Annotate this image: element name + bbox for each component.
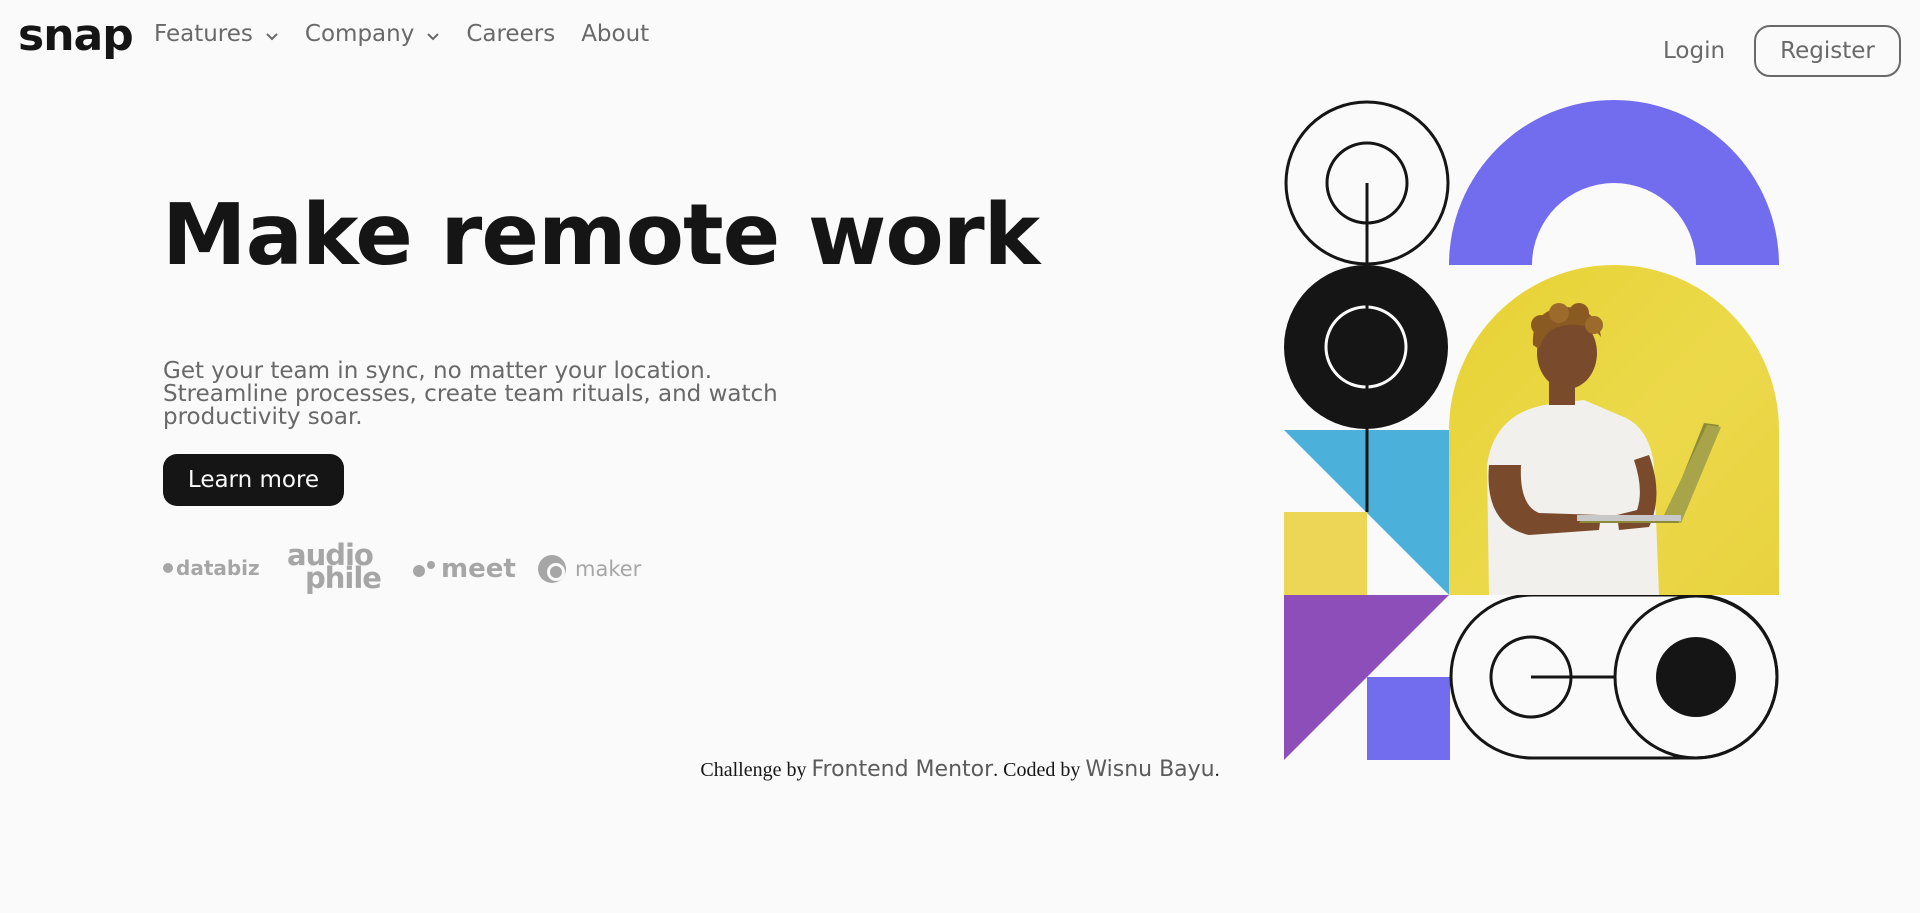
hero-description: Get your team in sync, no matter your lo… [163, 358, 778, 430]
violet-square-shape [1367, 677, 1450, 760]
snap-logo[interactable]: snap [18, 10, 134, 62]
page-title: Make remote work [162, 186, 1040, 285]
databiz-logo: databiz [163, 556, 260, 580]
audiophile-line2: phile [305, 561, 382, 595]
nav-company-label: Company [304, 21, 415, 47]
login-link[interactable]: Login [1663, 35, 1725, 67]
maker-logo-icon [538, 555, 566, 583]
purple-arch-shape [1449, 100, 1779, 265]
pill-dot-shape [1656, 637, 1736, 717]
databiz-wordmark: databiz [176, 556, 260, 580]
nav-about-label: About [581, 21, 650, 47]
attribution-prefix: Challenge by [700, 759, 807, 781]
attribution-suffix: . [1214, 759, 1220, 781]
nav-company[interactable]: Company [305, 18, 440, 50]
person-with-laptop-image [1487, 303, 1721, 595]
hero-photo [1449, 265, 1779, 595]
yellow-square-shape [1284, 512, 1367, 595]
nav-features-label: Features [154, 21, 253, 47]
frontend-mentor-link[interactable]: Frontend Mentor [811, 757, 993, 782]
meet-logo: meet [413, 554, 516, 584]
nav-features[interactable]: Features [154, 18, 279, 50]
attribution: Challenge by Frontend Mentor. Coded by W… [0, 757, 1920, 782]
meet-wordmark: meet [441, 554, 516, 584]
chevron-down-icon [266, 33, 278, 41]
chevron-down-icon [427, 33, 440, 41]
meet-dots-icon [413, 561, 435, 577]
main-nav: Features Company Careers About [154, 18, 675, 50]
audiophile-logo: audio phile [287, 541, 382, 595]
nav-careers[interactable]: Careers [466, 18, 555, 50]
maker-logo: maker [537, 554, 641, 584]
learn-more-button[interactable]: Learn more [163, 454, 344, 506]
databiz-dot-icon [163, 563, 173, 573]
author-link[interactable]: Wisnu Bayu [1085, 757, 1214, 782]
nav-about[interactable]: About [581, 18, 649, 50]
nav-careers-label: Careers [466, 21, 556, 47]
register-button[interactable]: Register [1754, 25, 1901, 77]
maker-wordmark: maker [575, 557, 642, 581]
hero-illustration [1284, 100, 1780, 760]
landing-page: snap Features Company Careers About Logi… [0, 0, 1920, 913]
attribution-middle: . Coded by [993, 759, 1081, 781]
